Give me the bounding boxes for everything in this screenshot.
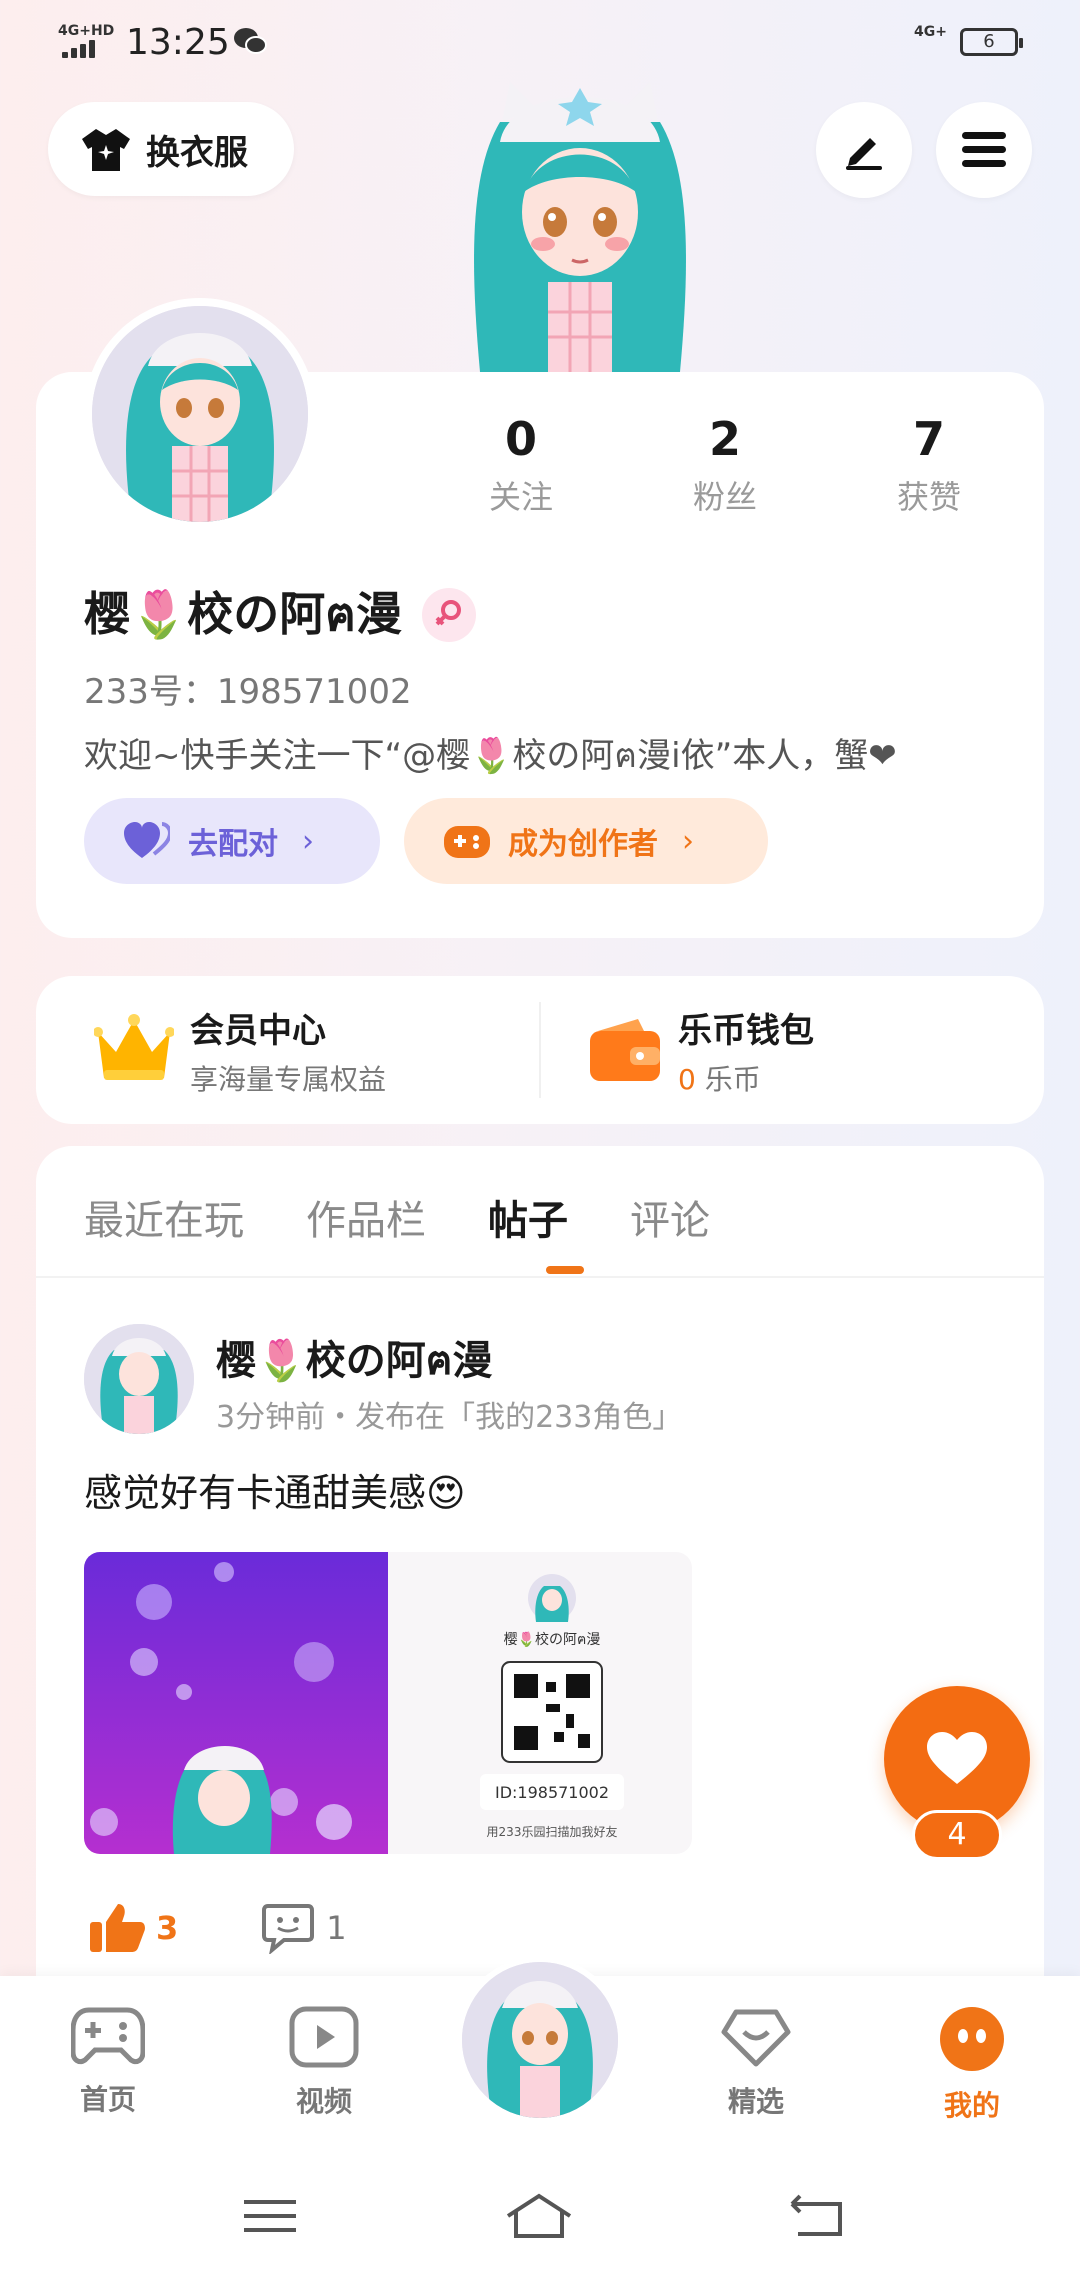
profile-name: 樱🌷校の阿ฅ漫 [84,587,403,641]
menu-button[interactable] [936,102,1032,198]
wallet-amount: 0 [678,1062,696,1096]
following-stat[interactable]: 0 关注 [450,412,592,518]
gamepad-icon [70,2007,146,2065]
tab-recent-play[interactable]: 最近在玩 [84,1188,244,1246]
tab-indicator [546,1266,584,1274]
play-icon [289,2006,359,2068]
card-hint: 用233乐园扫描加我好友 [487,1825,618,1839]
nav-avatar-button[interactable] [456,1956,624,2124]
hearts-icon [124,822,170,858]
profile-stats: 0 关注 2 粉丝 7 获赞 [450,412,1010,532]
wallet-entry[interactable]: 乐币钱包 0 乐币 [588,976,814,1124]
signal-icon [62,40,96,58]
card-id: ID:198571002 [495,1783,609,1802]
user-id: 233号：198571002 [84,672,412,712]
system-navigation-bar [0,2156,1080,2280]
vip-center-subtitle: 享海量专属权益 [190,1062,387,1096]
nav-home[interactable]: 首页 [38,2006,178,2118]
shirt-icon [82,129,130,171]
post-text: 感觉好有卡通甜美感😍 [84,1471,466,1515]
floating-like-count: 4 [912,1810,1002,1860]
nav-video-label: 视频 [295,2085,352,2118]
followers-stat[interactable]: 2 粉丝 [654,412,796,518]
post-image-graphic: 樱🌷校の阿ฅ漫 ID:198571002 用233乐园扫描加我好友 [84,1552,692,1854]
comment-icon[interactable] [262,1902,315,1954]
divider [539,1002,541,1098]
status-bar: 4G+HD 13:25 4G+ 6 [0,0,1080,84]
tab-works[interactable]: 作品栏 [306,1188,426,1246]
battery-icon: 6 [960,28,1023,56]
wallet-title: 乐币钱包 [678,1010,814,1051]
tab-posts[interactable]: 帖子 [488,1188,568,1246]
gamepad-icon [444,826,490,858]
female-icon [422,587,477,642]
profile-avatar[interactable] [84,298,316,530]
avatar-character-figure[interactable] [440,82,720,372]
thumbs-up-icon[interactable] [90,1902,146,1954]
become-creator-button[interactable]: 成为创作者 › [404,798,768,884]
hamburger-icon [962,132,1006,167]
heart-diamond-icon [721,2009,791,2067]
edit-profile-button[interactable] [816,102,912,198]
become-creator-label: 成为创作者 [508,827,658,862]
card-name: 樱🌷校の阿ฅ漫 [504,1631,601,1648]
avatar-image [462,1962,618,2118]
member-wallet-card: 会员中心 享海量专属权益 乐币钱包 0 乐币 [36,976,1044,1124]
change-outfit-label: 换衣服 [146,132,248,173]
followers-label: 粉丝 [692,478,757,516]
profile-face-icon [940,2007,1004,2071]
comment-count: 1 [326,1909,347,1947]
back-icon[interactable] [784,2192,854,2242]
profile-tabs: 最近在玩 作品栏 帖子 评论 [84,1188,772,1246]
network-right-indicator: 4G+ [914,24,947,40]
post-author-name[interactable]: 樱🌷校の阿ฅ漫 [216,1328,493,1392]
post-author-avatar[interactable] [84,1324,194,1434]
likes-stat[interactable]: 7 获赞 [858,412,1000,518]
nav-featured-label: 精选 [727,2085,784,2118]
nav-featured[interactable]: 精选 [686,2006,826,2120]
following-count: 0 [504,412,537,466]
wallet-unit: 乐币 [704,1062,761,1096]
wechat-icon [234,28,267,54]
name-row: 樱🌷校の阿ฅ漫 [84,578,477,651]
nav-mine[interactable]: 我的 [902,2006,1042,2124]
following-label: 关注 [488,478,553,516]
change-outfit-button[interactable]: 换衣服 [48,102,294,196]
tab-divider [36,1276,1044,1278]
bio-text: 欢迎~快手关注一下“@樱🌷校の阿ฅ漫i依”本人，蟹❤ [84,736,897,776]
chevron-right-icon: › [302,823,314,859]
likes-label: 获赞 [896,478,961,516]
post-meta: 3分钟前・发布在「我的233角色」 [216,1400,683,1435]
clock: 13:25 [126,22,230,63]
recent-apps-icon[interactable] [236,2192,306,2242]
avatar-image [92,306,308,522]
followers-count: 2 [708,412,741,466]
vip-center-entry[interactable]: 会员中心 享海量专属权益 [94,976,386,1124]
avatar-image [84,1324,194,1434]
post-image[interactable]: 樱🌷校の阿ฅ漫 ID:198571002 用233乐园扫描加我好友 [84,1552,692,1854]
pencil-icon [846,138,882,170]
tab-comments[interactable]: 评论 [630,1188,710,1246]
wallet-icon [590,1019,660,1081]
nav-mine-label: 我的 [943,2089,1000,2122]
crown-icon [94,1014,174,1080]
wallet-balance: 0 乐币 [678,1058,814,1098]
nav-video[interactable]: 视频 [254,2006,394,2120]
likes-count: 7 [912,412,945,466]
chevron-right-icon: › [682,823,694,859]
match-label: 去配对 [188,827,278,862]
match-button[interactable]: 去配对 › [84,798,380,884]
network-indicator: 4G+HD [58,23,115,39]
vip-center-title: 会员中心 [190,1010,326,1051]
heart-icon [927,1732,987,1784]
like-count: 3 [156,1909,179,1947]
home-icon[interactable] [504,2192,574,2242]
post-actions: 3 1 [90,1902,347,1954]
nav-home-label: 首页 [79,2083,136,2116]
